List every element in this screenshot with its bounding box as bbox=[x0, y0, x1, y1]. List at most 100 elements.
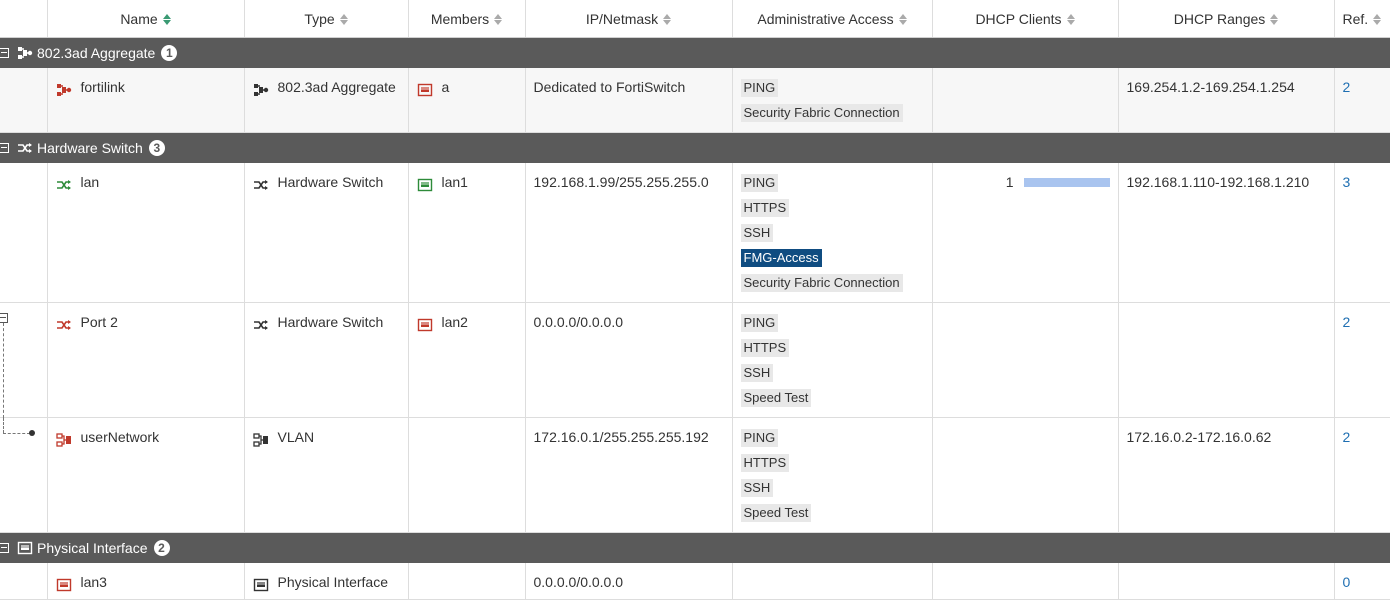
access-tag: Security Fabric Connection bbox=[740, 104, 903, 122]
access-tag: PING bbox=[740, 429, 779, 447]
cell-members: a bbox=[408, 68, 526, 133]
row-gutter bbox=[0, 68, 48, 133]
cell-members bbox=[408, 563, 526, 600]
ref-count-link[interactable]: 2 bbox=[1343, 429, 1351, 445]
cell-admin-access: PING Security Fabric Connection bbox=[732, 68, 933, 133]
table-body: 802.3ad Aggregate 1 fortilink 802.3ad Aggre… bbox=[0, 37, 1390, 600]
table-row[interactable]: lan Hardware Switch lan1 192.168.1.99/255.2… bbox=[0, 163, 1390, 303]
interface-name[interactable]: Port 2 bbox=[81, 314, 118, 330]
group-count-badge: 3 bbox=[148, 140, 165, 156]
collapse-icon[interactable] bbox=[0, 313, 8, 323]
group-header-row[interactable]: 802.3ad Aggregate 1 bbox=[0, 37, 1390, 68]
dhcp-usage-bar bbox=[1023, 177, 1110, 187]
member-name: lan1 bbox=[441, 174, 468, 190]
cell-admin-access: PING HTTPS SSH FMG-Access Security Fabric Co… bbox=[732, 163, 933, 303]
sort-icon[interactable] bbox=[898, 14, 907, 26]
member-name: lan2 bbox=[441, 314, 468, 330]
table-row[interactable]: fortilink 802.3ad Aggregate a Dedicated to … bbox=[0, 68, 1390, 133]
ip-netmask: 0.0.0.0/0.0.0.0 bbox=[533, 314, 624, 330]
ref-count-link[interactable]: 0 bbox=[1343, 574, 1351, 590]
cell-ip-netmask: 0.0.0.0/0.0.0.0 bbox=[525, 563, 733, 600]
table-row[interactable]: Port 2 Hardware Switch lan2 0.0.0.0/0.0.0.0… bbox=[0, 302, 1390, 418]
sort-icon[interactable] bbox=[162, 14, 171, 26]
ref-count-link[interactable]: 2 bbox=[1343, 79, 1351, 95]
col-header-ip-netmask[interactable]: IP/Netmask bbox=[525, 0, 733, 38]
interface-name[interactable]: fortilink bbox=[81, 79, 125, 95]
col-header-dhcp-ranges[interactable]: DHCP Ranges bbox=[1118, 0, 1335, 38]
cell-ref: 0 bbox=[1334, 563, 1390, 600]
vlan-icon bbox=[55, 431, 72, 447]
cell-dhcp-clients bbox=[932, 417, 1119, 533]
sort-icon[interactable] bbox=[1270, 14, 1279, 26]
dhcp-range: 169.254.1.2-169.254.1.254 bbox=[1126, 79, 1295, 95]
member-name: a bbox=[441, 79, 450, 95]
access-tag: Speed Test bbox=[740, 389, 812, 407]
sort-icon[interactable] bbox=[1373, 14, 1382, 26]
group-header-row[interactable]: Physical Interface 2 bbox=[0, 532, 1390, 563]
tree-line bbox=[3, 433, 30, 434]
cell-name: lan bbox=[47, 163, 245, 303]
interface-name[interactable]: userNetwork bbox=[81, 429, 160, 445]
cell-ref: 2 bbox=[1334, 68, 1390, 133]
col-header-name[interactable]: Name bbox=[47, 0, 245, 38]
dhcp-client-count: 1 bbox=[1005, 174, 1014, 190]
access-tag: HTTPS bbox=[740, 199, 790, 217]
tree-node-dot bbox=[29, 430, 35, 436]
switch-icon bbox=[17, 141, 32, 155]
interface-type: Hardware Switch bbox=[277, 314, 384, 330]
cell-admin-access: PING HTTPS SSH Speed Test bbox=[732, 302, 933, 418]
table-header-row: Name Type Members IP/Netmask Administrat… bbox=[0, 0, 1390, 38]
col-header-type[interactable]: Type bbox=[244, 0, 409, 38]
col-header-dhcp-clients[interactable]: DHCP Clients bbox=[932, 0, 1119, 38]
cell-dhcp-clients bbox=[932, 302, 1119, 418]
access-tag: Security Fabric Connection bbox=[740, 274, 903, 292]
cell-members: lan2 bbox=[408, 302, 526, 418]
interface-type: Hardware Switch bbox=[277, 174, 384, 190]
group-header[interactable]: Hardware Switch 3 bbox=[0, 132, 1390, 163]
col-header-admin-access[interactable]: Administrative Access bbox=[732, 0, 933, 38]
switch-icon bbox=[56, 316, 72, 331]
aggregate-icon bbox=[253, 81, 269, 97]
group-header[interactable]: 802.3ad Aggregate 1 bbox=[0, 37, 1390, 68]
cell-type: Hardware Switch bbox=[244, 302, 409, 418]
sort-icon[interactable] bbox=[494, 14, 503, 26]
access-tag: FMG-Access bbox=[740, 249, 822, 267]
sort-icon[interactable] bbox=[663, 14, 672, 26]
dhcp-range: 172.16.0.2-172.16.0.62 bbox=[1126, 429, 1272, 445]
port-icon bbox=[417, 316, 433, 332]
table-row[interactable]: lan3 Physical Interface 0.0.0.0/0.0.0.0 0 bbox=[0, 563, 1390, 600]
group-header-row[interactable]: Hardware Switch 3 bbox=[0, 132, 1390, 163]
ip-netmask: 192.168.1.99/255.255.255.0 bbox=[533, 174, 709, 190]
collapse-icon[interactable] bbox=[0, 143, 9, 153]
ref-count-link[interactable]: 2 bbox=[1343, 314, 1351, 330]
dhcp-range: 192.168.1.110-192.168.1.210 bbox=[1126, 174, 1310, 190]
ip-netmask: 172.16.0.1/255.255.255.192 bbox=[533, 429, 709, 445]
interface-type: Physical Interface bbox=[277, 574, 389, 590]
tree-line bbox=[3, 418, 4, 433]
group-header[interactable]: Physical Interface 2 bbox=[0, 532, 1390, 563]
cell-ref: 2 bbox=[1334, 417, 1390, 533]
cell-name: lan3 bbox=[47, 563, 245, 600]
access-tag: SSH bbox=[740, 479, 774, 497]
col-header-members[interactable]: Members bbox=[408, 0, 526, 38]
access-tag: PING bbox=[740, 174, 779, 192]
ip-netmask: 0.0.0.0/0.0.0.0 bbox=[533, 574, 624, 590]
collapse-icon[interactable] bbox=[0, 543, 9, 553]
access-tag: HTTPS bbox=[740, 454, 790, 472]
row-gutter bbox=[0, 563, 48, 600]
sort-icon[interactable] bbox=[339, 14, 348, 26]
collapse-icon[interactable] bbox=[0, 48, 9, 58]
access-tag: PING bbox=[740, 314, 779, 332]
table-row[interactable]: userNetwork VLAN 172.16.0.1/255.255.255.19… bbox=[0, 417, 1390, 533]
cell-members bbox=[408, 417, 526, 533]
cell-dhcp-ranges: 192.168.1.110-192.168.1.210 bbox=[1118, 163, 1335, 303]
ref-count-link[interactable]: 3 bbox=[1343, 174, 1351, 190]
sort-icon[interactable] bbox=[1066, 14, 1075, 26]
interface-name[interactable]: lan bbox=[81, 174, 100, 190]
interface-name[interactable]: lan3 bbox=[81, 574, 107, 590]
cell-name: userNetwork bbox=[47, 417, 245, 533]
group-count-badge: 1 bbox=[161, 45, 178, 61]
group-title: 802.3ad Aggregate bbox=[37, 45, 156, 61]
col-header-ref[interactable]: Ref. bbox=[1334, 0, 1390, 38]
group-title: Physical Interface bbox=[37, 540, 148, 556]
